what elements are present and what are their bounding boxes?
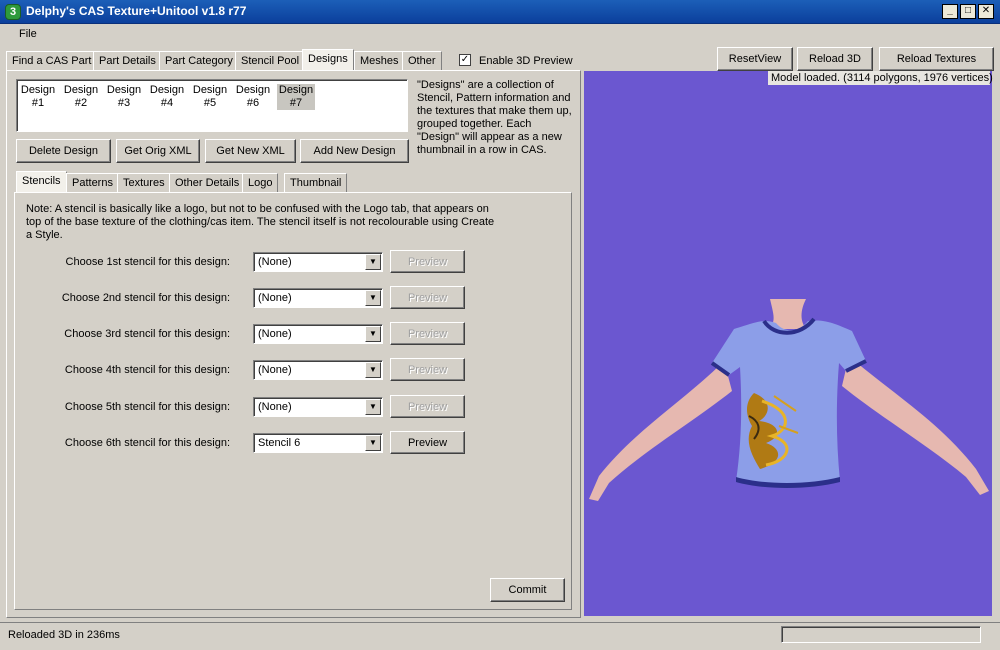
stencil-4-preview-button[interactable]: Preview: [390, 358, 465, 381]
design-list: Design #1 Design #2 Design #3 Design #4 Desi…: [16, 79, 408, 132]
design-item[interactable]: Design #3: [105, 84, 143, 110]
stencil-3-preview-button[interactable]: Preview: [390, 322, 465, 345]
left-arm: [589, 361, 732, 501]
status-divider: [0, 622, 1000, 623]
tab-other-details[interactable]: Other Details: [169, 173, 246, 193]
add-new-design-button[interactable]: Add New Design: [300, 139, 409, 163]
window-title: Delphy's CAS Texture+Unitool v1.8 r77: [26, 4, 247, 18]
tab-find-cas-part[interactable]: Find a CAS Part: [6, 51, 98, 71]
chevron-down-icon[interactable]: ▼: [365, 326, 381, 342]
chevron-down-icon[interactable]: ▼: [365, 254, 381, 270]
design-item[interactable]: Design #4: [148, 84, 186, 110]
stencil-3-select[interactable]: (None) ▼: [253, 324, 383, 344]
stencil-2-value: (None): [258, 292, 292, 304]
tab-part-details[interactable]: Part Details: [93, 51, 162, 71]
stencil-2-preview-button[interactable]: Preview: [390, 286, 465, 309]
shirt-body: [712, 320, 866, 487]
3d-viewport[interactable]: [584, 71, 992, 616]
stencil-5-value: (None): [258, 401, 292, 413]
reload-3d-button[interactable]: Reload 3D: [797, 47, 873, 71]
design-item[interactable]: Design #2: [62, 84, 100, 110]
menu-item-file[interactable]: File: [19, 28, 37, 40]
reset-view-button[interactable]: ResetView: [717, 47, 793, 71]
close-button[interactable]: ✕: [978, 4, 994, 19]
designs-description: "Designs" are a collection of Stencil, P…: [417, 79, 572, 156]
stencil-4-value: (None): [258, 364, 292, 376]
tab-patterns[interactable]: Patterns: [66, 173, 119, 193]
chevron-down-icon[interactable]: ▼: [365, 290, 381, 306]
stencil-1-value: (None): [258, 256, 292, 268]
stencil-5-select[interactable]: (None) ▼: [253, 397, 383, 417]
stencil-6-preview-button[interactable]: Preview: [390, 431, 465, 454]
tab-part-category[interactable]: Part Category: [159, 51, 239, 71]
chevron-down-icon[interactable]: ▼: [365, 399, 381, 415]
stencil-1-label: Choose 1st stencil for this design:: [65, 256, 230, 268]
status-text: Reloaded 3D in 236ms: [8, 629, 120, 641]
get-new-xml-button[interactable]: Get New XML: [205, 139, 296, 163]
minimize-button[interactable]: _: [942, 4, 958, 19]
design-item[interactable]: Design #6: [234, 84, 272, 110]
stencil-3-value: (None): [258, 328, 292, 340]
chevron-down-icon[interactable]: ▼: [365, 435, 381, 451]
tab-stencil-pool[interactable]: Stencil Pool: [235, 51, 306, 71]
tab-designs[interactable]: Designs: [302, 49, 354, 71]
title-bar: 3 Delphy's CAS Texture+Unitool v1.8 r77 …: [0, 0, 1000, 24]
stencil-note: Note: A stencil is basically like a logo…: [26, 203, 495, 241]
stencil-5-preview-button[interactable]: Preview: [390, 395, 465, 418]
stencil-2-select[interactable]: (None) ▼: [253, 288, 383, 308]
tab-meshes[interactable]: Meshes: [354, 51, 405, 71]
get-orig-xml-button[interactable]: Get Orig XML: [116, 139, 200, 163]
enable-3d-preview-label: Enable 3D Preview: [479, 55, 573, 67]
maximize-button[interactable]: □: [960, 4, 976, 19]
progress-bar: [781, 626, 981, 643]
right-arm: [842, 356, 989, 495]
tab-stencils[interactable]: Stencils: [16, 171, 67, 193]
stencil-4-label: Choose 4th stencil for this design:: [64, 364, 230, 376]
enable-3d-preview-checkbox[interactable]: ✓: [459, 54, 471, 66]
stencil-5-label: Choose 5th stencil for this design:: [64, 401, 230, 413]
tab-textures[interactable]: Textures: [117, 173, 171, 193]
design-item[interactable]: Design #1: [19, 84, 57, 110]
stencil-6-select[interactable]: Stencil 6 ▼: [253, 433, 383, 453]
app-icon: 3: [5, 4, 21, 20]
stencil-6-label: Choose 6th stencil for this design:: [64, 437, 230, 449]
model-status: Model loaded. (3114 polygons, 1976 verti…: [768, 71, 993, 85]
menu-bar: File: [0, 24, 1000, 44]
reload-textures-button[interactable]: Reload Textures: [879, 47, 994, 71]
stencil-1-select[interactable]: (None) ▼: [253, 252, 383, 272]
design-item[interactable]: Design #5: [191, 84, 229, 110]
delete-design-button[interactable]: Delete Design: [16, 139, 111, 163]
tab-other[interactable]: Other: [402, 51, 442, 71]
stencil-1-preview-button[interactable]: Preview: [390, 250, 465, 273]
model-preview: [589, 299, 989, 501]
commit-button[interactable]: Commit: [490, 578, 565, 602]
tab-logo[interactable]: Logo: [242, 173, 279, 193]
stencil-6-value: Stencil 6: [258, 437, 301, 449]
stencil-3-label: Choose 3rd stencil for this design:: [64, 328, 230, 340]
tab-thumbnail[interactable]: Thumbnail: [284, 173, 348, 193]
stencil-4-select[interactable]: (None) ▼: [253, 360, 383, 380]
design-item-selected[interactable]: Design #7: [277, 84, 315, 110]
chevron-down-icon[interactable]: ▼: [365, 362, 381, 378]
stencil-2-label: Choose 2nd stencil for this design:: [61, 292, 230, 304]
